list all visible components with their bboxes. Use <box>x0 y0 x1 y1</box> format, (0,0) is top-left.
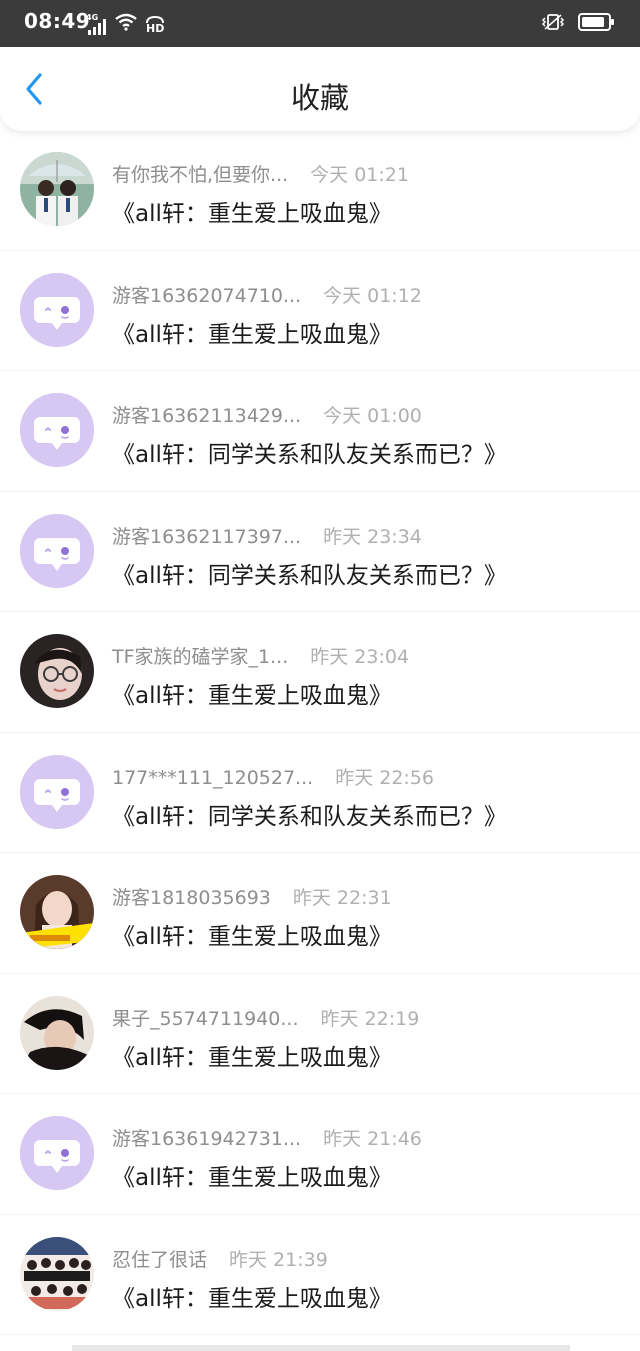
default-avatar-icon <box>20 393 94 467</box>
item-meta: 果子_5574711940... 昨天 22:19 <box>112 1004 419 1031</box>
author-name: 游客16361942731... <box>112 1128 302 1150</box>
network-type-label: 4G <box>86 13 99 22</box>
status-bar: 08:49 4G HD <box>0 0 640 47</box>
author-name: 177***111_120527... <box>112 766 314 789</box>
author-name: 游客16362117397... <box>112 525 302 548</box>
timestamp: 今天 01:12 <box>323 284 422 307</box>
timestamp: 今天 01:00 <box>323 405 422 427</box>
timestamp: 昨天 23:34 <box>323 525 422 548</box>
timestamp: 昨天 22:56 <box>335 766 434 789</box>
list-item[interactable]: 177***111_120527... 昨天 22:56 《all轩：同学关系和队… <box>0 733 640 853</box>
avatar <box>20 634 94 708</box>
avatar <box>20 875 94 949</box>
book-title: 《all轩：同学关系和队友关系而已？》 <box>112 562 507 589</box>
book-title: 《all轩：同学关系和队友关系而已？》 <box>112 442 507 468</box>
default-avatar-icon <box>20 513 94 588</box>
author-name: 游客16362074710... <box>112 284 302 307</box>
page-title: 收藏 <box>290 81 349 115</box>
book-title: 《all轩：重生爱上吸血鬼》 <box>112 201 392 227</box>
list-item[interactable]: 游客16362074710... 今天 01:12 《all轩：重生爱上吸血鬼》 <box>0 251 640 371</box>
item-meta: 游客16362074710... 今天 01:12 <box>112 281 422 308</box>
vibrate-mode-icon <box>540 12 566 36</box>
author-name: 忍住了很话 <box>112 1248 208 1271</box>
timestamp: 昨天 22:31 <box>292 887 392 909</box>
status-time: 08:49 <box>24 9 91 33</box>
list-item[interactable]: 游客1818035693 昨天 22:31 《all轩：重生爱上吸血鬼》 <box>0 853 640 974</box>
item-meta: 游客1818035693 昨天 22:31 <box>112 883 392 910</box>
system-indicators <box>540 12 616 36</box>
book-title: 《all轩：重生爱上吸血鬼》 <box>112 683 392 709</box>
book-title: 《all轩：重生爱上吸血鬼》 <box>112 1044 392 1071</box>
author-name: 游客16362113429... <box>112 405 302 427</box>
item-meta: 游客16361942731... 昨天 21:46 <box>112 1124 422 1151</box>
item-meta: TF家族的磕学家_1... 昨天 23:04 <box>112 642 409 669</box>
book-title: 《all轩：重生爱上吸血鬼》 <box>112 321 392 348</box>
hd-label: HD <box>146 22 165 35</box>
item-meta: 忍住了很话 昨天 21:39 <box>112 1245 328 1272</box>
author-name: 游客1818035693 <box>112 887 271 909</box>
avatar <box>20 1236 94 1311</box>
default-avatar-icon <box>20 754 94 829</box>
next-list-item-peek <box>72 1345 570 1351</box>
list-item[interactable]: 游客16361942731... 昨天 21:46 《all轩：重生爱上吸血鬼》 <box>0 1094 640 1215</box>
list-item[interactable]: 游客16362113429... 今天 01:00 《all轩：同学关系和队友关系… <box>0 371 640 492</box>
list-item[interactable]: TF家族的磕学家_1... 昨天 23:04 《all轩：重生爱上吸血鬼》 <box>0 612 640 733</box>
avatar <box>20 152 94 226</box>
network-indicators: 4G HD <box>86 13 166 35</box>
timestamp: 昨天 23:04 <box>310 646 410 668</box>
signal-4g-icon: 4G <box>86 13 108 35</box>
item-meta: 游客16362113429... 今天 01:00 <box>112 401 422 428</box>
item-meta: 有你我不怕,但要你... 今天 01:21 <box>112 160 409 187</box>
book-title: 《all轩：同学关系和队友关系而已？》 <box>112 803 507 830</box>
item-meta: 177***111_120527... 昨天 22:56 <box>112 763 434 790</box>
timestamp: 昨天 21:46 <box>323 1128 422 1150</box>
wifi-icon <box>114 13 138 35</box>
list-item[interactable]: 游客16362117397... 昨天 23:34 《all轩：同学关系和队友关系… <box>0 492 640 612</box>
list-item[interactable]: 忍住了很话 昨天 21:39 《all轩：重生爱上吸血鬼》 <box>0 1215 640 1335</box>
author-name: 有你我不怕,但要你... <box>112 164 289 186</box>
list-item[interactable]: 有你我不怕,但要你... 今天 01:21 《all轩：重生爱上吸血鬼》 <box>0 130 640 251</box>
timestamp: 今天 01:21 <box>310 164 409 186</box>
book-title: 《all轩：重生爱上吸血鬼》 <box>112 1285 392 1312</box>
item-meta: 游客16362117397... 昨天 23:34 <box>112 522 422 549</box>
author-name: 果子_5574711940... <box>112 1007 299 1030</box>
book-title: 《all轩：重生爱上吸血鬼》 <box>112 924 392 950</box>
default-avatar-icon <box>20 272 94 347</box>
book-title: 《all轩：重生爱上吸血鬼》 <box>112 1165 392 1191</box>
timestamp: 昨天 21:39 <box>229 1248 328 1271</box>
favorites-list: 有你我不怕,但要你... 今天 01:21 《all轩：重生爱上吸血鬼》 游客16… <box>0 130 640 1335</box>
default-avatar-icon <box>20 1116 94 1190</box>
hd-voice-icon: HD <box>144 15 166 35</box>
list-item[interactable]: 果子_5574711940... 昨天 22:19 《all轩：重生爱上吸血鬼》 <box>0 974 640 1094</box>
timestamp: 昨天 22:19 <box>320 1007 420 1030</box>
app-header: 收藏 <box>0 47 640 131</box>
author-name: TF家族的磕学家_1... <box>112 646 289 668</box>
battery-icon <box>578 12 616 36</box>
avatar <box>20 995 94 1070</box>
